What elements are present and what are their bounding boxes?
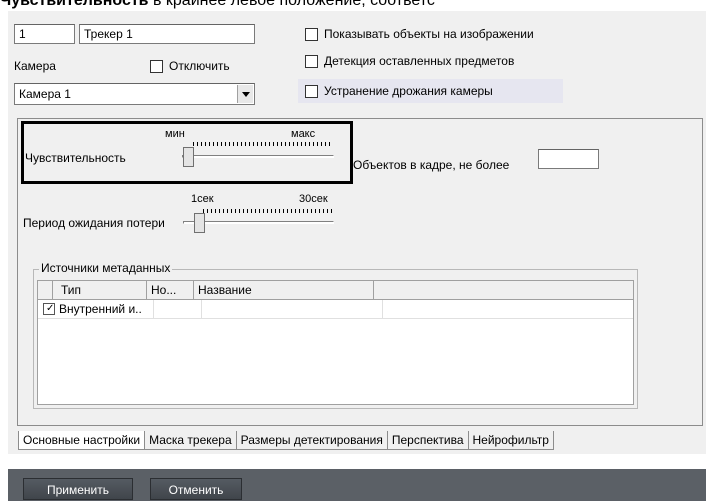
table-row[interactable]: ✓ Внутренний и.. bbox=[38, 300, 633, 319]
objects-limit-field[interactable] bbox=[538, 149, 599, 169]
header-text-rest: в крайнее левое положение, соответс bbox=[148, 0, 435, 9]
disable-camera-checkbox[interactable] bbox=[150, 59, 163, 73]
sensitivity-slider-thumb[interactable] bbox=[183, 147, 194, 167]
loss-period-ticks bbox=[203, 209, 333, 213]
header-text: Чувствительность в крайнее левое положен… bbox=[0, 0, 706, 11]
row-type: Внутренний и.. bbox=[59, 302, 142, 316]
loss-period-label: Период ожидания потери bbox=[23, 216, 165, 230]
detect-left-label: Детекция оставленных предметов bbox=[324, 54, 515, 68]
loss-period-track bbox=[183, 221, 334, 224]
objects-limit-label: Объектов в кадре, не более bbox=[353, 158, 510, 172]
chevron-down-icon bbox=[241, 91, 250, 97]
sensitivity-min-label: мин bbox=[165, 128, 185, 140]
metadata-grid-header: Тип Но... Название bbox=[38, 281, 633, 300]
checkmark-icon: ✓ bbox=[46, 303, 55, 314]
camera-select[interactable]: Камера 1 bbox=[14, 83, 255, 105]
disable-camera-option[interactable]: Отключить bbox=[150, 59, 230, 73]
grid-header-spacer bbox=[38, 281, 53, 299]
camera-select-button[interactable] bbox=[237, 85, 253, 103]
sensitivity-track bbox=[182, 155, 334, 158]
camera-label: Камера bbox=[14, 59, 56, 73]
tab-bar: Основные настройки Маска трекера Размеры… bbox=[18, 431, 554, 450]
grid-header-number[interactable]: Но... bbox=[147, 281, 194, 299]
grid-header-name[interactable]: Название bbox=[194, 281, 374, 299]
sensitivity-ticks bbox=[193, 142, 333, 146]
grid-header-filler bbox=[374, 281, 633, 299]
stabilization-checkbox[interactable] bbox=[305, 84, 318, 98]
tracker-id-field[interactable]: 1 bbox=[14, 24, 75, 44]
settings-panel: 1 Трекер 1 Камера Отключить Камера 1 Пок… bbox=[8, 11, 706, 454]
tab-neurofilter[interactable]: Нейрофильтр bbox=[467, 431, 554, 450]
loss-period-slider-thumb[interactable] bbox=[194, 213, 205, 233]
row-number bbox=[153, 300, 202, 318]
apply-button[interactable]: Применить bbox=[23, 478, 133, 500]
tab-detection-sizes[interactable]: Размеры детектирования bbox=[235, 431, 388, 450]
metadata-group-title: Источники метаданных bbox=[39, 261, 173, 275]
settings-inner-box: Чувствительность мин макс Объектов в кад… bbox=[17, 118, 703, 426]
loss-period-min-label: 1сек bbox=[191, 193, 214, 205]
row-name bbox=[202, 300, 383, 318]
tracker-name-field[interactable]: Трекер 1 bbox=[79, 24, 255, 44]
stabilization-label: Устранение дрожания камеры bbox=[324, 84, 493, 98]
grid-header-type[interactable]: Тип bbox=[53, 281, 147, 299]
show-objects-option[interactable]: Показывать объекты на изображении bbox=[305, 27, 534, 41]
camera-select-value: Камера 1 bbox=[19, 87, 71, 101]
sensitivity-max-label: макс bbox=[291, 128, 316, 140]
show-objects-checkbox[interactable] bbox=[305, 27, 318, 41]
tab-main-settings[interactable]: Основные настройки bbox=[18, 431, 146, 450]
row-checkbox[interactable]: ✓ bbox=[43, 303, 55, 315]
footer-bar: Применить Отменить bbox=[8, 469, 706, 501]
header-text-bold: Чувствительность bbox=[0, 0, 149, 9]
stabilization-option[interactable]: Устранение дрожания камеры bbox=[298, 79, 563, 103]
tab-tracker-mask[interactable]: Маска трекера bbox=[144, 431, 237, 450]
detect-left-checkbox[interactable] bbox=[305, 54, 318, 68]
sensitivity-label: Чувствительность bbox=[25, 151, 126, 165]
detect-left-option[interactable]: Детекция оставленных предметов bbox=[305, 54, 514, 68]
disable-camera-label: Отключить bbox=[169, 59, 230, 73]
metadata-grid[interactable]: Тип Но... Название ✓ Внутренний и.. bbox=[37, 280, 634, 405]
cancel-button[interactable]: Отменить bbox=[150, 478, 242, 500]
show-objects-label: Показывать объекты на изображении bbox=[324, 27, 534, 41]
loss-period-max-label: 30сек bbox=[299, 193, 328, 205]
tab-perspective[interactable]: Перспектива bbox=[386, 431, 469, 450]
